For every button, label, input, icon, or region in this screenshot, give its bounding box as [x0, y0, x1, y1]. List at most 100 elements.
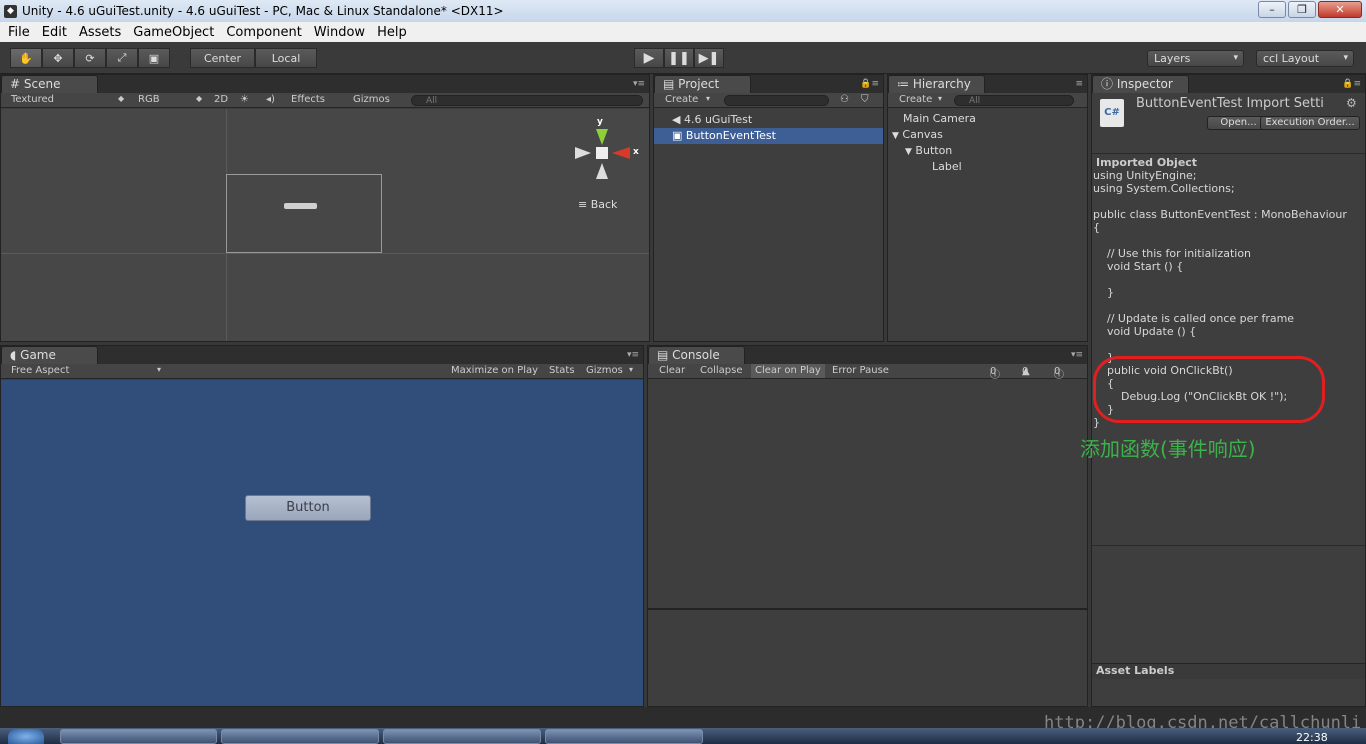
panel-menu-icon[interactable]: ▾≡ — [633, 79, 645, 89]
start-button[interactable] — [8, 729, 44, 744]
taskbar-item[interactable] — [221, 729, 379, 744]
scene-view[interactable]: y x ≡ Back — [1, 109, 649, 341]
move-tool-button[interactable]: ✥ — [42, 48, 74, 68]
highlight-ring — [1093, 356, 1325, 423]
game-gizmos-dropdown[interactable]: Gizmos — [586, 365, 623, 376]
imported-object-header: Imported Object — [1096, 156, 1198, 169]
gizmo-center-cube — [596, 147, 608, 159]
list-icon: ≔ — [897, 77, 909, 91]
window-title-bar: ◆ Unity - 4.6 uGuiTest.unity - 4.6 uGuiT… — [0, 0, 1366, 22]
tab-inspector[interactable]: ⓘ Inspector — [1092, 75, 1189, 93]
hierarchy-create-dropdown[interactable]: Create — [899, 94, 932, 105]
play-button[interactable]: ▶ — [634, 48, 664, 68]
menu-component[interactable]: Component — [220, 25, 307, 40]
panel-menu-icon[interactable]: 🔒≡ — [860, 79, 879, 89]
list-item-selected[interactable]: ▣ ButtonEventTest — [654, 128, 883, 144]
scene-panel: # Scene ▾≡ Textured ◆ RGB ◆ 2D ☀ ◂) Effe… — [0, 74, 650, 342]
panel-menu-icon[interactable]: ▾≡ — [627, 350, 639, 360]
console-clear-button[interactable]: Clear — [659, 365, 685, 376]
panel-menu-icon[interactable]: ▾≡ — [1071, 350, 1083, 360]
annotation-text: 添加函数(事件响应) — [1080, 437, 1256, 461]
code-line: void Start () { — [1093, 260, 1184, 273]
menu-gameobject[interactable]: GameObject — [127, 25, 220, 40]
execution-order-button[interactable]: Execution Order... — [1260, 116, 1360, 130]
rotate-tool-button[interactable]: ⟳ — [74, 48, 106, 68]
console-collapse-toggle[interactable]: Collapse — [700, 365, 743, 376]
shading-dropdown[interactable]: Textured — [11, 94, 54, 105]
scene-orientation-gizmo[interactable]: y x — [573, 117, 643, 197]
taskbar-item[interactable] — [545, 729, 703, 744]
2d-toggle[interactable]: 2D — [214, 94, 228, 105]
center-toggle[interactable]: Center — [190, 48, 255, 68]
taskbar-item[interactable] — [383, 729, 541, 744]
tab-hierarchy[interactable]: ≔ Hierarchy — [888, 75, 985, 93]
csharp-file-icon: C# — [1100, 99, 1124, 127]
step-button[interactable]: ▶❚ — [694, 48, 724, 68]
play-controls: ▶ ❚❚ ▶❚ — [634, 48, 724, 68]
scene-control-bar: Textured ◆ RGB ◆ 2D ☀ ◂) Effects Gizmos … — [1, 93, 649, 108]
console-detail-area — [647, 609, 1088, 707]
gear-icon[interactable]: ⚙ — [1346, 96, 1357, 110]
scene-button-object[interactable] — [284, 203, 317, 209]
scene-gizmos-dropdown[interactable]: Gizmos — [353, 94, 390, 105]
game-view[interactable]: Button — [1, 380, 643, 706]
project-search-input[interactable] — [724, 95, 829, 106]
code-line: using System.Collections; — [1093, 182, 1235, 195]
maximize-button[interactable]: ❐ — [1288, 1, 1316, 18]
audio-icon[interactable]: ◂) — [266, 94, 275, 105]
layout-dropdown[interactable]: ccl Layout — [1256, 50, 1354, 67]
tab-game[interactable]: ◖ Game — [1, 346, 98, 364]
rgb-dropdown[interactable]: RGB — [138, 94, 160, 105]
list-item[interactable]: ▼ Button — [905, 144, 952, 157]
unity-scene-icon: ◀ — [672, 113, 681, 126]
expand-arrow-icon[interactable]: ▼ — [905, 147, 912, 157]
window-title: Unity - 4.6 uGuiTest.unity - 4.6 uGuiTes… — [22, 4, 504, 18]
lighting-icon[interactable]: ☀ — [240, 94, 249, 105]
expand-arrow-icon[interactable]: ▼ — [892, 131, 899, 141]
hierarchy-search-input[interactable]: All — [954, 95, 1074, 106]
scale-icon: ⤢ — [117, 51, 127, 64]
list-item[interactable]: Label — [932, 160, 962, 173]
menu-assets[interactable]: Assets — [73, 25, 127, 40]
maximize-on-play-toggle[interactable]: Maximize on Play — [451, 365, 538, 376]
filter-type-icon[interactable]: ⚇ — [840, 94, 849, 105]
game-ui-button[interactable]: Button — [245, 495, 371, 521]
code-line: // Use this for initialization — [1093, 247, 1252, 260]
panel-menu-icon[interactable]: 🔒≡ — [1342, 79, 1361, 89]
scene-search-input[interactable]: All — [411, 95, 643, 106]
panel-menu-icon[interactable]: ≡ — [1075, 79, 1083, 89]
tab-project[interactable]: ▤ Project — [654, 75, 751, 93]
code-line: void Update () { — [1093, 325, 1197, 338]
stats-toggle[interactable]: Stats — [549, 365, 575, 376]
rect-tool-button[interactable]: ▣ — [138, 48, 170, 68]
local-toggle[interactable]: Local — [255, 48, 317, 68]
taskbar-item[interactable] — [60, 729, 217, 744]
transform-tools: ✋ ✥ ⟳ ⤢ ▣ — [10, 48, 170, 68]
rect-icon: ▣ — [148, 51, 160, 65]
error-pause-toggle[interactable]: Error Pause — [832, 365, 889, 376]
list-item[interactable]: ◀ 4.6 uGuiTest — [654, 112, 883, 128]
list-item[interactable]: ▼ Canvas — [892, 128, 943, 141]
list-item[interactable]: Main Camera — [903, 112, 976, 125]
csharp-script-icon: ▣ — [672, 129, 683, 142]
effects-dropdown[interactable]: Effects — [291, 94, 325, 105]
project-create-dropdown[interactable]: Create — [665, 94, 698, 105]
close-button[interactable]: ✕ — [1318, 1, 1362, 18]
menu-help[interactable]: Help — [371, 25, 413, 40]
menu-window[interactable]: Window — [308, 25, 371, 40]
filter-label-icon[interactable]: ⛉ — [861, 94, 869, 105]
menu-bar: File Edit Assets GameObject Component Wi… — [0, 22, 1366, 42]
tab-scene[interactable]: # Scene — [1, 75, 98, 93]
hand-tool-button[interactable]: ✋ — [10, 48, 42, 68]
game-icon: ◖ — [10, 348, 17, 362]
menu-edit[interactable]: Edit — [36, 25, 73, 40]
hand-icon: ✋ — [19, 51, 33, 65]
clear-on-play-toggle[interactable]: Clear on Play — [751, 364, 825, 378]
tab-console[interactable]: ▤ Console — [648, 346, 745, 364]
menu-file[interactable]: File — [2, 25, 36, 40]
scale-tool-button[interactable]: ⤢ — [106, 48, 138, 68]
minimize-button[interactable]: – — [1258, 1, 1286, 18]
layers-dropdown[interactable]: Layers — [1147, 50, 1244, 67]
aspect-dropdown[interactable]: Free Aspect — [11, 365, 69, 376]
pause-button[interactable]: ❚❚ — [664, 48, 694, 68]
